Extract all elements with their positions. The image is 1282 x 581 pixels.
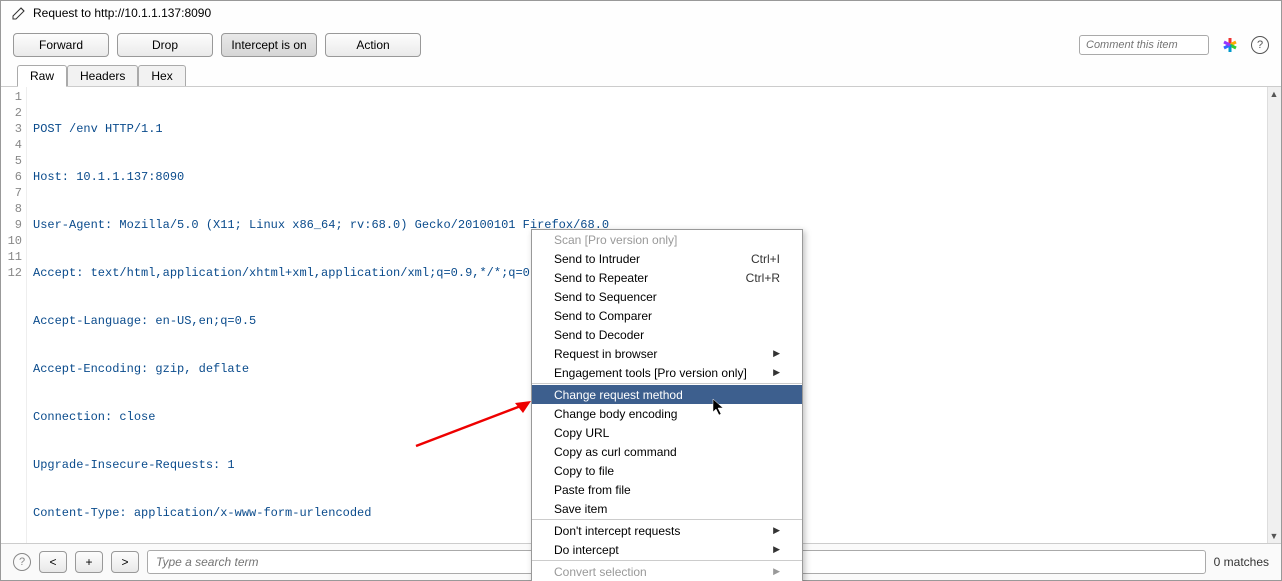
ctx-scan: Scan [Pro version only] xyxy=(532,230,802,249)
line-gutter: 123456789101112 xyxy=(1,87,27,543)
ctx-change-body-encoding[interactable]: Change body encoding xyxy=(532,404,802,423)
chevron-right-icon: ▶ xyxy=(773,525,780,536)
search-prev-button[interactable]: < xyxy=(39,551,67,573)
scroll-up-icon[interactable]: ▲ xyxy=(1267,87,1281,101)
ctx-request-browser[interactable]: Request in browser▶ xyxy=(532,344,802,363)
chevron-right-icon: ▶ xyxy=(773,566,780,577)
ctx-send-comparer[interactable]: Send to Comparer xyxy=(532,306,802,325)
ctx-save-item[interactable]: Save item xyxy=(532,499,802,518)
header-upgrade-insecure: Upgrade-Insecure-Requests: 1 xyxy=(33,458,235,472)
ctx-copy-file[interactable]: Copy to file xyxy=(532,461,802,480)
ctx-copy-curl[interactable]: Copy as curl command xyxy=(532,442,802,461)
tab-raw[interactable]: Raw xyxy=(17,65,67,87)
ctx-send-intruder[interactable]: Send to IntruderCtrl+I xyxy=(532,249,802,268)
tab-headers[interactable]: Headers xyxy=(67,65,138,86)
match-count: 0 matches xyxy=(1214,555,1269,569)
context-menu: Scan [Pro version only] Send to Intruder… xyxy=(531,229,803,581)
chevron-right-icon: ▶ xyxy=(773,544,780,555)
ctx-engagement[interactable]: Engagement tools [Pro version only]▶ xyxy=(532,363,802,382)
ctx-send-decoder[interactable]: Send to Decoder xyxy=(532,325,802,344)
header-content-type: Content-Type: application/x-www-form-url… xyxy=(33,506,371,520)
request-header: Request to http://10.1.1.137:8090 xyxy=(1,1,1281,25)
header-accept-encoding: Accept-Encoding: gzip, deflate xyxy=(33,362,249,376)
action-button[interactable]: Action xyxy=(325,33,421,57)
menu-separator xyxy=(532,560,802,561)
ctx-do-intercept[interactable]: Do intercept▶ xyxy=(532,540,802,559)
forward-button[interactable]: Forward xyxy=(13,33,109,57)
help-icon[interactable]: ? xyxy=(1251,36,1269,54)
request-title: Request to http://10.1.1.137:8090 xyxy=(33,6,211,20)
intercept-toggle-button[interactable]: Intercept is on xyxy=(221,33,317,57)
chevron-right-icon: ▶ xyxy=(773,348,780,359)
search-next-button[interactable]: > xyxy=(111,551,139,573)
app-window: Request to http://10.1.1.137:8090 Forwar… xyxy=(0,0,1282,581)
shortcut-label: Ctrl+R xyxy=(746,271,780,285)
header-user-agent: User-Agent: Mozilla/5.0 (X11; Linux x86_… xyxy=(33,218,609,232)
search-add-button[interactable]: + xyxy=(75,551,103,573)
tab-hex[interactable]: Hex xyxy=(138,65,185,86)
menu-separator xyxy=(532,383,802,384)
toolbar: Forward Drop Intercept is on Action ? xyxy=(1,25,1281,65)
header-accept: Accept: text/html,application/xhtml+xml,… xyxy=(33,266,544,280)
header-host: Host: 10.1.1.137:8090 xyxy=(33,170,184,184)
shortcut-label: Ctrl+I xyxy=(751,252,780,266)
request-line: POST /env HTTP/1.1 xyxy=(33,122,163,136)
view-tabs: Raw Headers Hex xyxy=(1,65,1281,87)
drop-button[interactable]: Drop xyxy=(117,33,213,57)
ctx-change-request-method[interactable]: Change request method xyxy=(532,385,802,404)
scroll-down-icon[interactable]: ▼ xyxy=(1267,529,1281,543)
ctx-dont-intercept[interactable]: Don't intercept requests▶ xyxy=(532,521,802,540)
ctx-send-repeater[interactable]: Send to RepeaterCtrl+R xyxy=(532,268,802,287)
header-connection: Connection: close xyxy=(33,410,155,424)
ctx-copy-url[interactable]: Copy URL xyxy=(532,423,802,442)
ctx-convert-selection: Convert selection▶ xyxy=(532,562,802,581)
menu-separator xyxy=(532,519,802,520)
footer-help-icon[interactable]: ? xyxy=(13,553,31,571)
ctx-paste-file[interactable]: Paste from file xyxy=(532,480,802,499)
header-accept-language: Accept-Language: en-US,en;q=0.5 xyxy=(33,314,256,328)
highlight-color-icon[interactable] xyxy=(1221,36,1239,54)
comment-input[interactable] xyxy=(1079,35,1209,55)
chevron-right-icon: ▶ xyxy=(773,367,780,378)
ctx-send-sequencer[interactable]: Send to Sequencer xyxy=(532,287,802,306)
vertical-scrollbar[interactable]: ▲ ▼ xyxy=(1267,87,1281,543)
edit-icon[interactable] xyxy=(11,5,27,21)
